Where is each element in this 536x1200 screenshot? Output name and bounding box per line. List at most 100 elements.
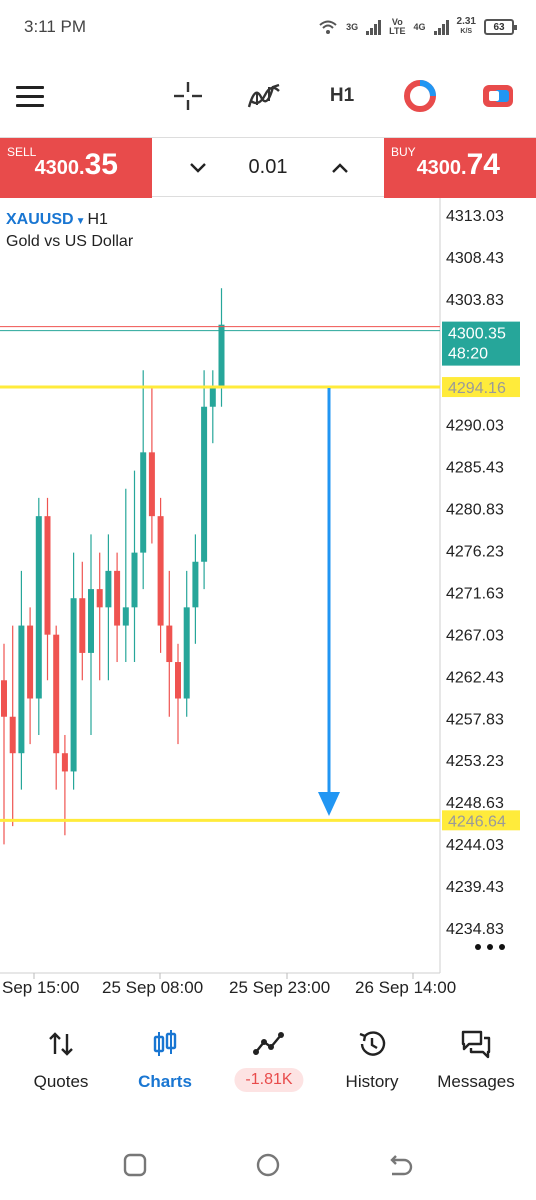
dropdown-icon: ▼ [75, 216, 86, 227]
current-price-label: 4300.35 [448, 326, 506, 343]
battery-icon: 63 [484, 19, 517, 35]
network-speed: 2.31 K/S [456, 16, 476, 36]
nav-messages-label: Messages [437, 1072, 515, 1091]
candle [9, 625, 16, 827]
more-options-icon[interactable] [475, 944, 505, 950]
nav-quotes[interactable]: Quotes [8, 1020, 114, 1100]
price-tick-label: 4271.63 [446, 585, 504, 602]
candle [70, 552, 77, 790]
network-4g-label: 4G [413, 22, 426, 32]
recent-apps-icon[interactable] [120, 1150, 150, 1180]
price-tick-label: 4280.83 [446, 502, 504, 519]
time-tick-label: 26 Sep 14:00 [355, 978, 456, 997]
chart-toolbar: H1 [0, 62, 536, 130]
crosshair-icon[interactable] [168, 62, 208, 130]
price-tick-label: 4244.03 [446, 837, 504, 854]
system-navigation-bar [0, 1130, 536, 1200]
candle [44, 497, 51, 681]
candle [140, 370, 147, 590]
nav-charts[interactable]: Charts [112, 1020, 218, 1100]
nav-messages[interactable]: Messages [424, 1020, 528, 1100]
levels-group [0, 326, 440, 822]
nav-history[interactable]: History [320, 1020, 424, 1100]
time-tick-label: 25 Sep 23:00 [229, 978, 330, 997]
messages-icon [461, 1030, 491, 1059]
timeframe-selector[interactable]: H1 [320, 62, 364, 130]
nav-trade[interactable]: -1.81K [216, 1020, 322, 1100]
candle [122, 488, 129, 663]
nav-charts-label: Charts [138, 1072, 192, 1091]
home-icon[interactable] [253, 1150, 283, 1180]
lot-decrease-button[interactable] [180, 150, 216, 186]
level-price-label: 4294.16 [448, 380, 506, 397]
sell-price: 4300.35 [34, 148, 118, 181]
price-tick-label: 4303.83 [446, 292, 504, 309]
time-tick-label: 25 Sep 08:00 [102, 978, 203, 997]
level-price-label: 4246.64 [448, 813, 506, 830]
sell-label: SELL [7, 145, 37, 159]
lot-increase-button[interactable] [322, 150, 358, 186]
price-tick-label: 4262.43 [446, 669, 504, 686]
symbol-name: XAUUSD [6, 211, 74, 228]
lot-size-input[interactable]: 0.01 [228, 156, 308, 179]
indicators-icon[interactable] [244, 62, 284, 130]
candle [157, 497, 164, 653]
price-tick-label: 4313.03 [446, 208, 504, 225]
candle [183, 570, 190, 717]
symbol-selector[interactable]: XAUUSD ▼ H1 [6, 211, 108, 229]
candle [79, 561, 86, 681]
sell-button[interactable]: SELL 4300.35 [0, 138, 152, 198]
trade-icon[interactable] [478, 62, 518, 130]
wifi-icon [319, 20, 337, 34]
candle [27, 607, 34, 745]
history-icon [359, 1031, 386, 1056]
candle [18, 570, 25, 790]
nav-quotes-label: Quotes [33, 1072, 89, 1091]
price-tick-label: 4308.43 [446, 250, 504, 267]
chart-type-icon[interactable] [400, 62, 440, 130]
down-arrow-drawing[interactable] [318, 388, 340, 816]
candle [88, 534, 94, 735]
price-tick-label: 4253.23 [446, 753, 504, 770]
candle [96, 552, 103, 681]
time-axis: Sep 15:00 25 Sep 08:00 25 Sep 23:00 26 Sep … [2, 973, 456, 997]
nav-history-label: History [345, 1072, 399, 1091]
buy-button[interactable]: BUY 4300.74 [384, 138, 536, 198]
signal-icon-2 [433, 19, 449, 35]
candle [175, 643, 181, 745]
candle [105, 534, 112, 681]
symbol-description: Gold vs US Dollar [6, 233, 134, 250]
back-icon[interactable] [386, 1150, 416, 1180]
candlestick-chart[interactable]: 4313.03 4308.43 4303.83 4290.03 4285.43 4280.… [0, 198, 536, 998]
time-tick-label: Sep 15:00 [2, 978, 80, 997]
price-tick-label: 4285.43 [446, 460, 504, 477]
price-tick-label: 4276.23 [446, 544, 504, 561]
quotes-icon [49, 1032, 73, 1056]
candle-countdown-label: 48:20 [448, 346, 488, 363]
price-tick-label: 4257.83 [446, 711, 504, 728]
price-chart[interactable]: 4313.03 4308.43 4303.83 4290.03 4285.43 4280.… [0, 198, 536, 998]
price-tick-label: 4239.43 [446, 879, 504, 896]
status-icons: 3G Vo LTE 4G 2.31 K/S 63 [318, 14, 517, 40]
price-tick-label: 4248.63 [446, 795, 504, 812]
candles-group [1, 288, 225, 845]
buy-label: BUY [391, 145, 416, 159]
menu-icon[interactable] [12, 62, 48, 130]
candle [53, 625, 60, 790]
bottom-navigation: Quotes Charts -1.81K History Messages [0, 1020, 536, 1100]
symbol-timeframe: H1 [87, 211, 108, 228]
price-tick-label: 4290.03 [446, 418, 504, 435]
candle [209, 370, 216, 444]
one-click-trade-bar: SELL 4300.35 0.01 BUY 4300.74 [0, 137, 536, 198]
trade-chart-icon [253, 1032, 284, 1055]
network-3g-label: 3G [346, 22, 359, 32]
volte-label: Vo LTE [389, 17, 406, 36]
candle [166, 570, 173, 717]
candle [201, 370, 208, 590]
price-axis: 4313.03 4308.43 4303.83 4290.03 4285.43 4280.… [442, 208, 520, 938]
candle [1, 643, 7, 845]
candle [218, 288, 225, 407]
status-time: 3:11 PM [24, 17, 87, 36]
signal-icon [366, 19, 382, 35]
candle [114, 552, 121, 663]
